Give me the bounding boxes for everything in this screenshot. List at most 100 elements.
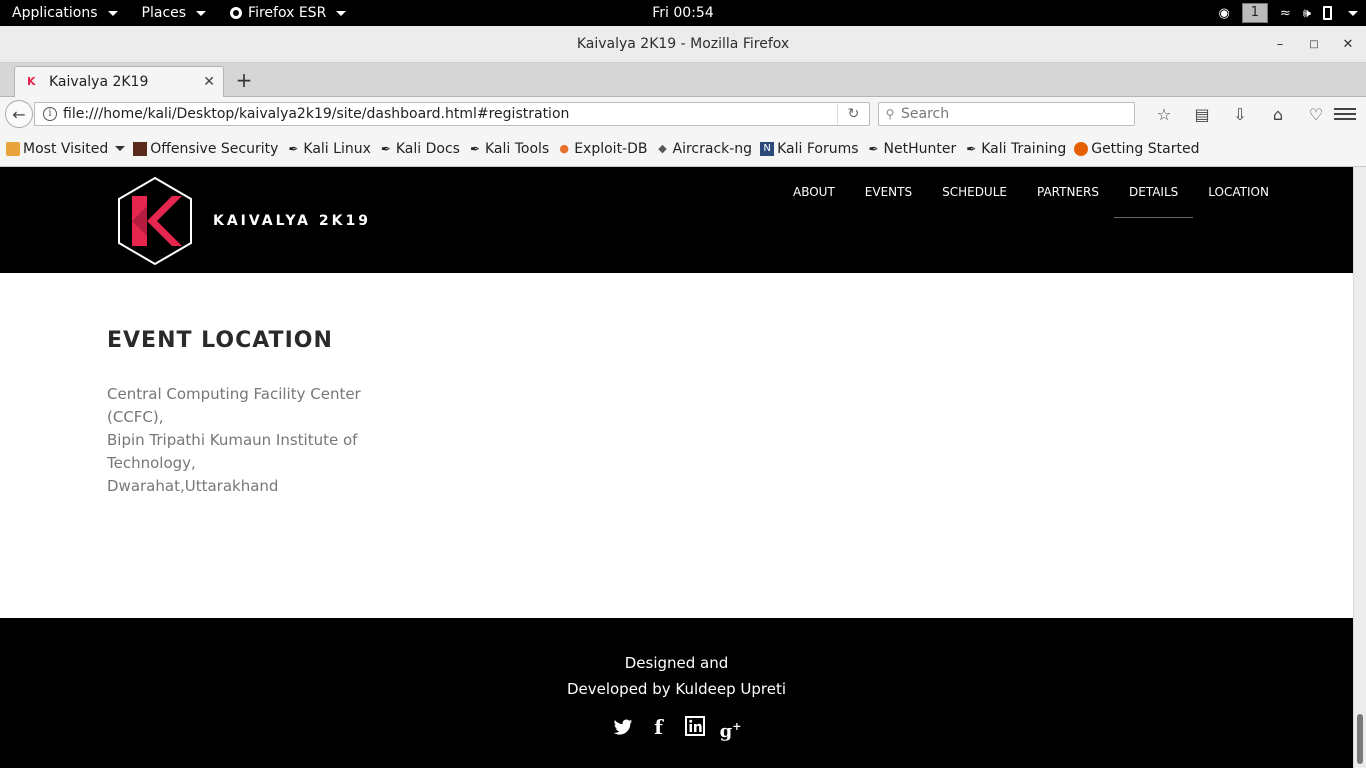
social-links: f g+	[0, 716, 1353, 742]
bookmark-label: Exploit-DB	[574, 140, 648, 157]
nav-events[interactable]: EVENTS	[850, 167, 927, 218]
navigation-toolbar: ← i file:///home/kali/Desktop/kaivalya2k…	[0, 97, 1366, 131]
address: Central Computing Facility Center (CCFC)…	[107, 383, 362, 498]
search-input[interactable]: ⚲ Search	[878, 102, 1135, 126]
system-top-bar: Applications Places Firefox ESR Fri 00:5…	[0, 0, 1366, 26]
bookmark-kali-tools[interactable]: ✒ Kali Tools	[468, 141, 549, 157]
tab-title: Kaivalya 2K19	[49, 74, 149, 90]
footer-credit: Designed and Developed by Kuldeep Upreti	[0, 650, 1353, 702]
workspace-indicator[interactable]: 1	[1241, 3, 1268, 23]
page-viewport: KAIVALYA 2K19 ABOUT EVENTS SCHEDULE PART…	[0, 167, 1353, 768]
info-icon[interactable]: i	[43, 107, 57, 121]
bookmark-label: Aircrack-ng	[672, 140, 753, 157]
maximize-icon[interactable]: □	[1306, 37, 1322, 53]
reading-list-icon[interactable]: ▤	[1183, 105, 1221, 124]
search-placeholder: Search	[901, 106, 950, 122]
section-title: EVENT LOCATION	[107, 328, 333, 353]
close-icon[interactable]: ✕	[1340, 37, 1356, 53]
chevron-down-icon	[196, 10, 207, 16]
back-button[interactable]: ←	[5, 100, 33, 128]
close-tab-icon[interactable]: ✕	[203, 74, 215, 90]
site-footer: Designed and Developed by Kuldeep Upreti…	[0, 618, 1353, 768]
bookmark-exploit-db[interactable]: ● Exploit-DB	[557, 141, 647, 157]
nav-location[interactable]: LOCATION	[1193, 167, 1284, 218]
address-line: Dwarahat,Uttarakhand	[107, 477, 279, 495]
aircrack-icon: ◆	[658, 141, 667, 155]
volume-icon[interactable]: 🕪	[1303, 6, 1311, 21]
facebook-icon[interactable]: f	[648, 716, 670, 738]
tab-strip: K Kaivalya 2K19 ✕ +	[0, 63, 1366, 97]
bookmark-label: Getting Started	[1091, 140, 1200, 157]
site-brand[interactable]: KAIVALYA 2K19	[213, 213, 371, 229]
places-label: Places	[141, 5, 187, 21]
clock[interactable]: Fri 00:54	[652, 5, 713, 21]
firefox-icon	[230, 7, 243, 19]
nav-partners[interactable]: PARTNERS	[1022, 167, 1114, 218]
bookmark-label: NetHunter	[883, 140, 957, 157]
bookmark-aircrack-ng[interactable]: ◆ Aircrack-ng	[656, 140, 753, 157]
hamburger-menu-icon[interactable]	[1334, 102, 1356, 126]
reload-icon[interactable]: ↻	[837, 103, 869, 125]
applications-menu[interactable]: Applications	[0, 0, 130, 26]
bookmark-label: Kali Training	[981, 140, 1067, 157]
kali-forums-icon: N	[760, 141, 775, 156]
footer-line: Developed by Kuldeep Upreti	[566, 680, 787, 698]
nav-schedule[interactable]: SCHEDULE	[927, 167, 1022, 218]
scrollbar-thumb[interactable]	[1357, 714, 1363, 764]
bookmark-label: Most Visited	[23, 140, 109, 157]
chevron-down-icon	[115, 146, 126, 151]
url-bar[interactable]: i file:///home/kali/Desktop/kaivalya2k19…	[34, 102, 870, 126]
bookmark-getting-started[interactable]: Getting Started	[1074, 141, 1199, 157]
google-plus-icon[interactable]: g+	[720, 716, 742, 742]
bookmark-kali-training[interactable]: ✒ Kali Training	[964, 141, 1066, 157]
app-menu-label: Firefox ESR	[248, 5, 327, 21]
exploitdb-icon: ●	[559, 141, 569, 155]
search-icon: ⚲	[885, 107, 895, 121]
nav-details[interactable]: DETAILS	[1114, 167, 1194, 218]
battery-icon[interactable]	[1323, 6, 1332, 20]
bookmark-label: Kali Forums	[777, 140, 859, 157]
bookmark-most-visited[interactable]: Most Visited	[6, 140, 126, 157]
nav-about[interactable]: ABOUT	[778, 167, 850, 218]
page-scrollbar[interactable]	[1353, 167, 1366, 768]
twitter-icon[interactable]	[612, 716, 634, 738]
url-input[interactable]: file:///home/kali/Desktop/kaivalya2k19/s…	[63, 106, 837, 122]
pocket-icon[interactable]: ♡	[1297, 105, 1335, 124]
home-icon[interactable]: ⌂	[1259, 105, 1297, 124]
bookmark-label: Offensive Security	[150, 140, 279, 157]
event-location-section: EVENT LOCATION Central Computing Facilit…	[107, 328, 362, 498]
offsec-icon	[133, 141, 148, 156]
places-menu[interactable]: Places	[130, 0, 219, 26]
tab-kaivalya[interactable]: K Kaivalya 2K19 ✕	[14, 66, 224, 97]
kali-dragon-icon: ✒	[380, 141, 391, 156]
applications-label: Applications	[12, 5, 98, 21]
linkedin-icon[interactable]	[684, 716, 706, 738]
bookmark-label: Kali Docs	[395, 140, 460, 157]
firefox-icon	[1074, 141, 1089, 156]
kaivalya-logo-icon[interactable]	[116, 176, 194, 266]
footer-line: Designed and	[624, 654, 729, 672]
window-title: Kaivalya 2K19 - Mozilla Firefox	[576, 36, 790, 52]
bookmark-offensive-security[interactable]: Offensive Security	[133, 141, 278, 157]
chevron-down-icon[interactable]	[1348, 10, 1358, 16]
arrow-left-icon: ←	[12, 104, 26, 124]
bookmark-star-icon[interactable]: ☆	[1145, 105, 1183, 124]
app-menu[interactable]: Firefox ESR	[218, 0, 358, 26]
download-icon[interactable]: ⇩	[1221, 105, 1259, 124]
chevron-down-icon	[336, 10, 347, 16]
bookmark-kali-docs[interactable]: ✒ Kali Docs	[379, 141, 460, 157]
wifi-icon[interactable]: ≈	[1280, 6, 1291, 21]
kaivalya-favicon-icon: K	[27, 75, 36, 88]
new-tab-button[interactable]: +	[232, 68, 256, 92]
site-header: KAIVALYA 2K19 ABOUT EVENTS SCHEDULE PART…	[0, 167, 1353, 273]
bookmark-nethunter[interactable]: ✒ NetHunter	[867, 140, 957, 157]
bookmark-kali-linux[interactable]: ✒ Kali Linux	[286, 140, 371, 157]
window-title-bar: Kaivalya 2K19 - Mozilla Firefox – □ ✕	[0, 26, 1366, 63]
folder-icon	[6, 141, 20, 156]
minimize-icon[interactable]: –	[1272, 37, 1288, 53]
chevron-down-icon	[107, 10, 118, 16]
bookmark-label: Kali Linux	[303, 140, 371, 157]
address-line: Central Computing Facility Center (CCFC)…	[107, 385, 361, 426]
bookmark-kali-forums[interactable]: N Kali Forums	[760, 140, 859, 157]
camera-icon[interactable]: ◉	[1219, 6, 1230, 21]
